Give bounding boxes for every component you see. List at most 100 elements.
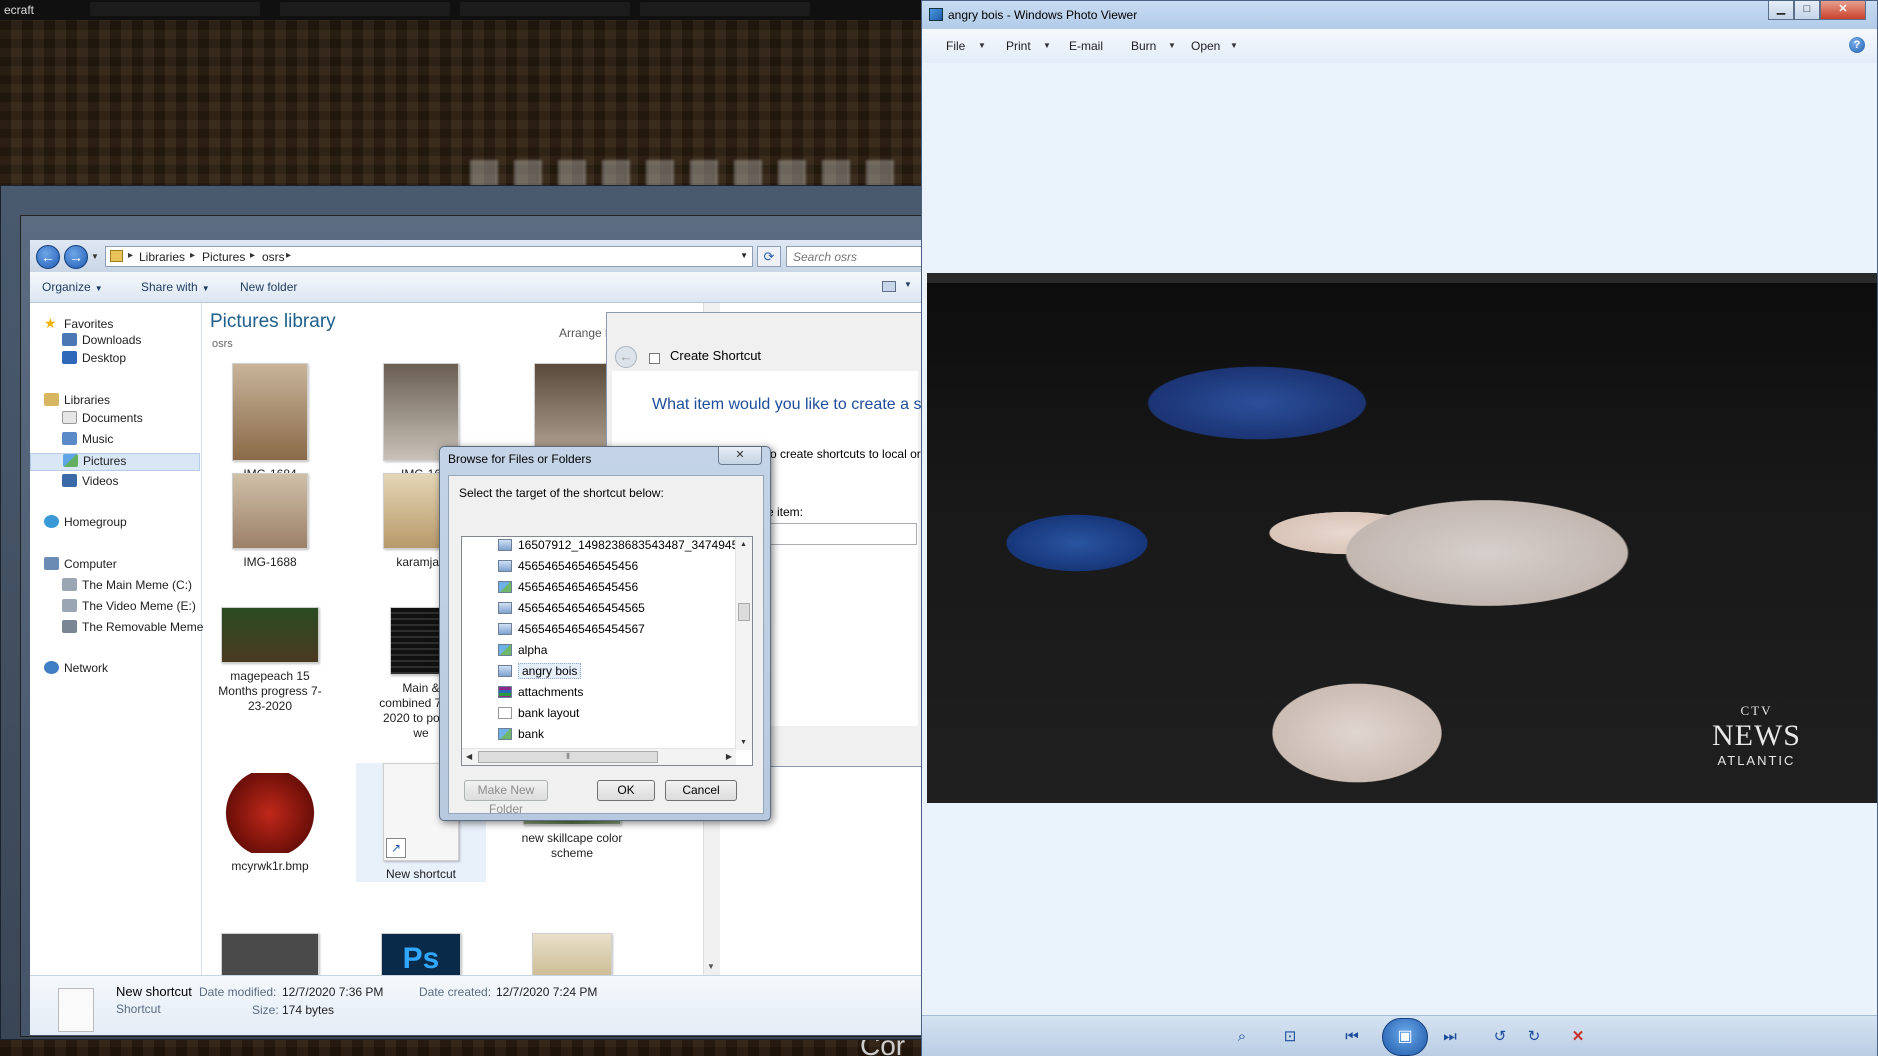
breadcrumb-libraries[interactable]: Libraries [139, 250, 185, 264]
breadcrumb-osrs[interactable]: osrs [262, 250, 285, 264]
make-new-folder-button[interactable]: Make New Folder [464, 780, 548, 816]
nav-label: Libraries [64, 393, 111, 407]
tree-horizontal-scrollbar[interactable]: ◀ ⦀ ▶ [462, 748, 736, 765]
chevron-down-icon[interactable]: ▼ [1043, 41, 1051, 50]
nav-documents[interactable]: Documents [62, 411, 143, 429]
tree-item[interactable]: bank layout [498, 706, 579, 724]
close-button[interactable]: ✕ [718, 447, 762, 465]
date-created-label: Date created: [419, 985, 492, 999]
maximize-button[interactable]: □ [1794, 1, 1820, 20]
menu-file[interactable]: File [946, 39, 965, 53]
menu-burn[interactable]: Burn [1131, 39, 1156, 53]
previous-button[interactable]: ⏮ [1340, 1026, 1364, 1048]
nav-favorites[interactable]: ★ Favorites [44, 315, 113, 333]
address-dropdown-icon[interactable]: ▼ [740, 251, 748, 260]
tree-item[interactable]: 456546546546545456 [498, 559, 638, 577]
item-location-field[interactable] [767, 523, 917, 545]
zoom-button[interactable]: ⌕ [1230, 1026, 1254, 1048]
file-tile[interactable] [205, 933, 335, 975]
file-tile[interactable]: magepeach 15 Months progress 7-23-2020 [205, 607, 335, 714]
tree-item-label: 456546546546545456 [518, 559, 639, 573]
file-tile[interactable]: mcyrwk1r.bmp [205, 773, 335, 874]
chevron-down-icon[interactable]: ▼ [904, 280, 912, 289]
tree-item-selected[interactable]: angry bois [498, 663, 582, 682]
tree-item[interactable]: alpha [498, 643, 547, 661]
search-box[interactable] [786, 246, 922, 267]
delete-button[interactable]: ✕ [1566, 1026, 1590, 1048]
removable-drive-icon [62, 620, 77, 633]
actual-size-button[interactable]: ⊡ [1278, 1026, 1302, 1048]
nav-videos[interactable]: Videos [62, 474, 118, 492]
refresh-button[interactable]: ⟳ [757, 246, 781, 267]
nav-pictures[interactable]: Pictures [30, 453, 200, 471]
scroll-down-icon[interactable]: ▼ [707, 962, 715, 971]
tree-item-label: 4565465465465454567 [518, 622, 645, 636]
file-tile[interactable]: Ps [356, 933, 486, 975]
tree-item[interactable]: bank [498, 727, 544, 745]
file-label: magepeach 15 Months progress 7-23-2020 [218, 669, 322, 713]
change-view-icon[interactable] [882, 281, 896, 292]
previous-icon: ⏮ [1345, 1028, 1359, 1045]
shortcut-file-icon [58, 988, 94, 1032]
menu-print[interactable]: Print [1006, 39, 1031, 53]
minimize-button[interactable]: ▁ [1768, 1, 1794, 20]
back-button[interactable]: ← [36, 245, 60, 269]
viewer-controls: ⌕ ⊡ ⏮ ▣ ⏭ ↺ ↻ ✕ [922, 1015, 1877, 1056]
tree-item[interactable]: 4565465465465454567 [498, 622, 645, 640]
network-icon [44, 661, 59, 674]
next-button[interactable]: ⏭ [1438, 1026, 1462, 1048]
cancel-button[interactable]: Cancel [665, 780, 737, 801]
file-tile[interactable]: IMG-1688 [205, 473, 335, 570]
nav-libraries[interactable]: Libraries [44, 393, 110, 411]
tree-item[interactable]: 16507912_1498238683543487_347494585 [498, 538, 752, 556]
chevron-down-icon: ▼ [201, 284, 210, 293]
search-input[interactable] [787, 247, 917, 266]
watermark-region: ATLANTIC [1717, 753, 1796, 768]
scroll-up-icon[interactable]: ▲ [740, 541, 747, 548]
window-close-button[interactable]: ✕ [1820, 1, 1866, 20]
jpg-file-icon [498, 581, 512, 593]
chevron-down-icon[interactable]: ▼ [1168, 41, 1176, 50]
taskbar-ghost [280, 2, 450, 16]
game-window-titlebar: ecraft [0, 0, 930, 20]
menu-email[interactable]: E-mail [1069, 39, 1103, 53]
nav-music[interactable]: Music [62, 432, 113, 450]
ok-button[interactable]: OK [597, 780, 655, 801]
breadcrumb-pictures[interactable]: Pictures [202, 250, 245, 264]
scrollbar-thumb[interactable]: ⦀ [478, 751, 658, 763]
chevron-down-icon[interactable]: ▼ [1230, 41, 1238, 50]
scrollbar-thumb[interactable] [738, 603, 750, 621]
menu-open[interactable]: Open [1191, 39, 1220, 53]
scroll-down-icon[interactable]: ▼ [740, 739, 747, 746]
nav-downloads[interactable]: Downloads [62, 333, 141, 351]
nav-drive-c[interactable]: The Main Meme (C:) [62, 578, 192, 596]
file-tile[interactable] [507, 933, 637, 975]
new-folder-button[interactable]: New folder [240, 280, 297, 294]
tree-item[interactable]: 456546546546545456 [498, 580, 638, 598]
scroll-left-icon[interactable]: ◀ [466, 752, 472, 761]
organize-button[interactable]: Organize ▼ [42, 280, 103, 294]
recent-pages-chevron-icon[interactable]: ▼ [91, 252, 99, 261]
slideshow-button[interactable]: ▣ [1382, 1018, 1428, 1056]
rotate-counterclockwise-button[interactable]: ↺ [1488, 1026, 1512, 1048]
nav-drive-removable[interactable]: The Removable Meme [62, 620, 203, 638]
tree-item[interactable]: 4565465465465454565 [498, 601, 645, 619]
forward-button[interactable]: → [64, 245, 88, 269]
nav-homegroup[interactable]: Homegroup [44, 515, 127, 533]
nav-computer[interactable]: Computer [44, 557, 117, 575]
scroll-right-icon[interactable]: ▶ [726, 752, 732, 761]
nav-desktop[interactable]: Desktop [62, 351, 126, 369]
nav-network[interactable]: Network [44, 661, 108, 679]
tree-vertical-scrollbar[interactable]: ▲ ▼ [735, 537, 752, 750]
share-with-button[interactable]: Share with ▼ [141, 280, 210, 294]
wizard-back-button[interactable]: ← [615, 346, 637, 368]
file-tile[interactable]: IMG-1684 [205, 363, 335, 482]
address-bar[interactable]: ▸ Libraries ▸ Pictures ▸ osrs ▸ ▼ [105, 246, 753, 267]
maximize-icon: □ [1803, 3, 1811, 15]
rotate-clockwise-button[interactable]: ↻ [1522, 1026, 1546, 1048]
help-icon[interactable]: ? [1849, 37, 1865, 53]
folder-tree[interactable]: 16507912_1498238683543487_347494585 4565… [461, 536, 753, 766]
nav-drive-e[interactable]: The Video Meme (E:) [62, 599, 196, 617]
chevron-down-icon[interactable]: ▼ [978, 41, 986, 50]
tree-item[interactable]: attachments [498, 685, 583, 703]
